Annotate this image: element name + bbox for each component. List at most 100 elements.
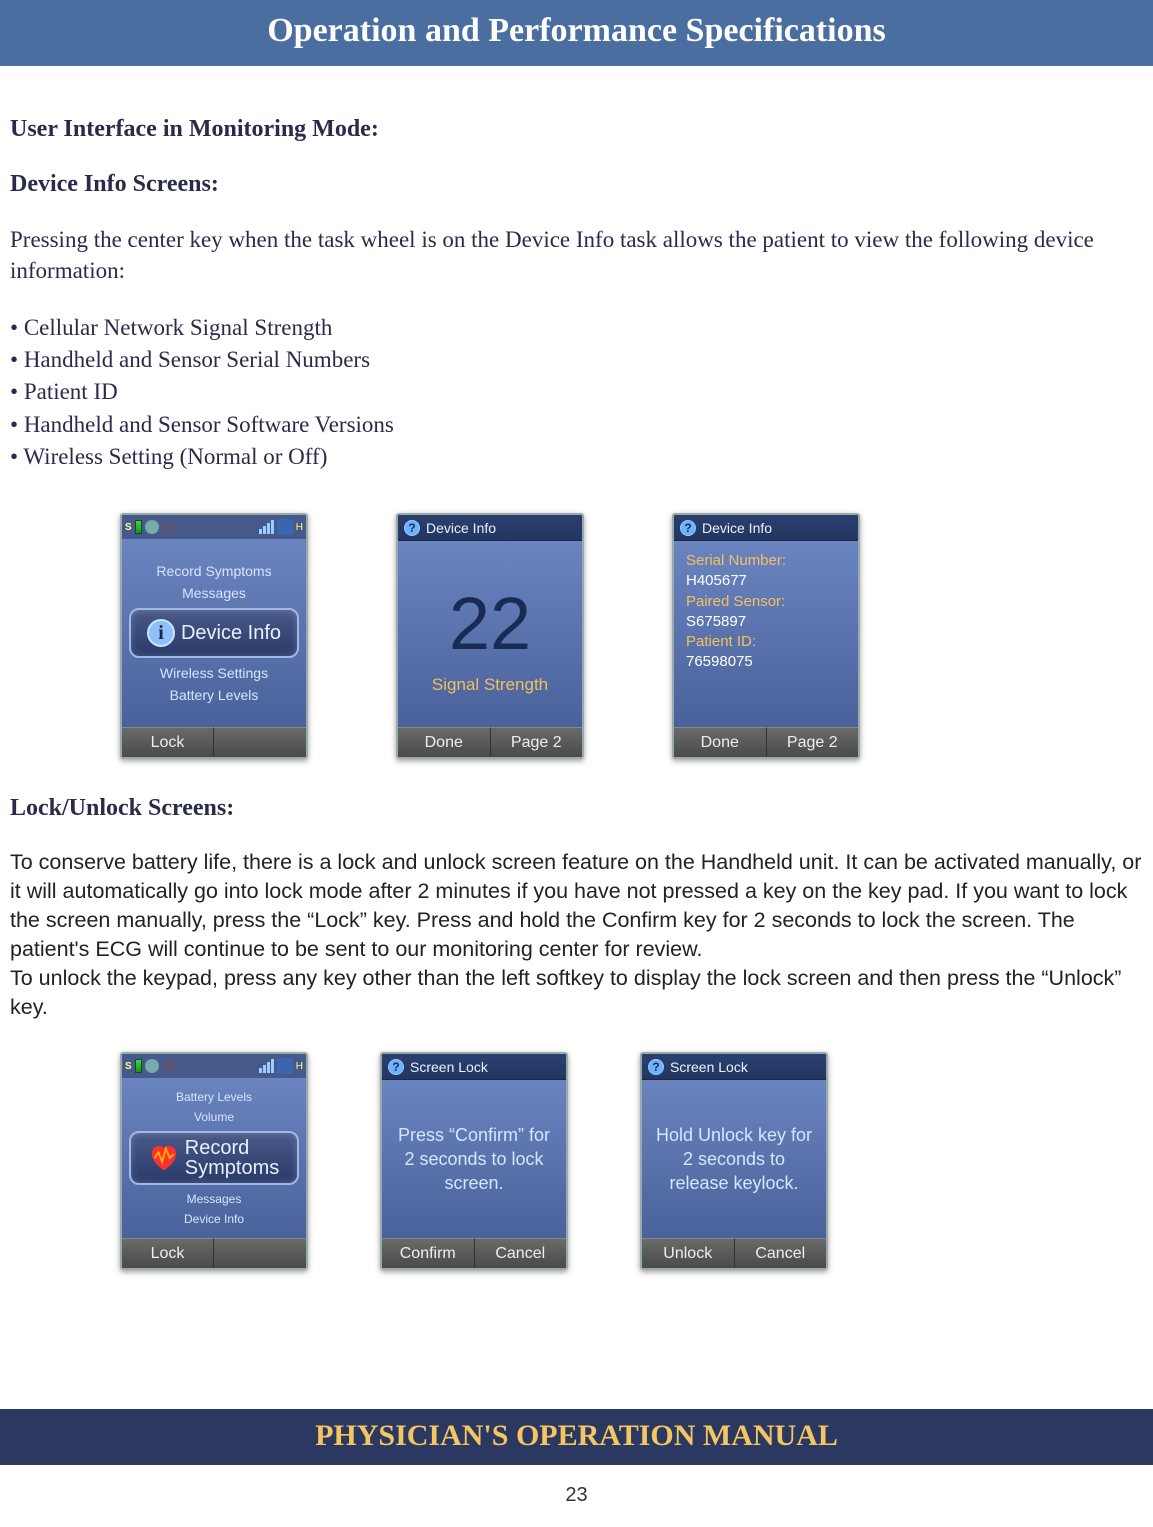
screen-title: Device Info bbox=[426, 520, 496, 536]
page-number: 23 bbox=[0, 1484, 1153, 1507]
wheel-item[interactable]: Volume bbox=[126, 1107, 302, 1127]
softkey-empty bbox=[214, 1238, 306, 1268]
serial-value: H405677 bbox=[686, 571, 846, 591]
device-screen-lock-confirm: ? Screen Lock Press “Confirm” for 2 seco… bbox=[380, 1052, 568, 1270]
screen-body: 22 Signal Strength bbox=[398, 541, 582, 727]
softkey-bar: Done Page 2 bbox=[674, 727, 858, 757]
page-title-bar: Operation and Performance Specifications bbox=[0, 0, 1153, 66]
softkey-cancel[interactable]: Cancel bbox=[735, 1238, 827, 1268]
sensor-flag-icon: S bbox=[125, 1061, 132, 1072]
paired-label: Paired Sensor: bbox=[686, 592, 846, 612]
screen-body: Record Symptoms Messages i Device Info W… bbox=[122, 539, 306, 727]
softkey-page2[interactable]: Page 2 bbox=[767, 727, 859, 757]
help-icon[interactable]: ? bbox=[404, 520, 420, 536]
section-heading-monitoring: User Interface in Monitoring Mode: bbox=[10, 116, 1143, 143]
softkey-cancel[interactable]: Cancel bbox=[475, 1238, 567, 1268]
screen-title: Device Info bbox=[702, 520, 772, 536]
softkey-done[interactable]: Done bbox=[674, 727, 767, 757]
bullet-list: • Cellular Network Signal Strength • Han… bbox=[10, 312, 1143, 473]
paired-value: S675897 bbox=[686, 612, 846, 632]
help-icon[interactable]: ? bbox=[388, 1059, 404, 1075]
screen-body: Hold Unlock key for 2 seconds to release… bbox=[642, 1080, 826, 1238]
softkey-bar: Done Page 2 bbox=[398, 727, 582, 757]
signal-bars-icon bbox=[259, 520, 274, 534]
signal-label: Signal Strength bbox=[432, 675, 548, 695]
handheld-flag-icon: H bbox=[296, 1061, 303, 1072]
bt-icon bbox=[162, 1059, 176, 1073]
wheel-item-selected[interactable]: RecordSymptoms bbox=[129, 1131, 299, 1185]
logo-icon bbox=[277, 1058, 293, 1074]
device-screen-signal: ? Device Info 22 Signal Strength Done Pa… bbox=[396, 513, 584, 759]
device-screens-row-2: S H Battery Levels Volume RecordSymptoms… bbox=[10, 1052, 1143, 1270]
device-screens-row-1: S H Record Symptoms Messages i Device In… bbox=[10, 513, 1143, 759]
softkey-done[interactable]: Done bbox=[398, 727, 491, 757]
softkey-page2[interactable]: Page 2 bbox=[491, 727, 583, 757]
bullet-item: • Patient ID bbox=[10, 376, 1143, 408]
section-subheading-device-info: Device Info Screens: bbox=[10, 171, 1143, 198]
intro-paragraph: Pressing the center key when the task wh… bbox=[10, 224, 1143, 286]
screen-title-bar: ? Device Info bbox=[674, 515, 858, 541]
screen-body: Serial Number: H405677 Paired Sensor: S6… bbox=[674, 541, 858, 727]
softkey-bar: Unlock Cancel bbox=[642, 1238, 826, 1268]
unlock-message: Hold Unlock key for 2 seconds to release… bbox=[646, 1123, 822, 1196]
signal-value: 22 bbox=[449, 587, 531, 661]
screen-title-bar: ? Screen Lock bbox=[382, 1054, 566, 1080]
screen-body: Battery Levels Volume RecordSymptoms Mes… bbox=[122, 1078, 306, 1238]
screen-title-bar: ? Device Info bbox=[398, 515, 582, 541]
page-content: User Interface in Monitoring Mode: Devic… bbox=[0, 66, 1153, 1270]
device-screen-unlock: ? Screen Lock Hold Unlock key for 2 seco… bbox=[640, 1052, 828, 1270]
patient-label: Patient ID: bbox=[686, 632, 846, 652]
wheel-selected-label: RecordSymptoms bbox=[185, 1138, 279, 1178]
softkey-empty bbox=[214, 727, 306, 757]
device-screen-task-wheel: S H Record Symptoms Messages i Device In… bbox=[120, 513, 308, 759]
sensor-flag-icon: S bbox=[125, 522, 132, 533]
heart-icon bbox=[149, 1143, 179, 1173]
softkey-bar: Lock bbox=[122, 727, 306, 757]
bullet-item: • Wireless Setting (Normal or Off) bbox=[10, 441, 1143, 473]
status-bar: S H bbox=[122, 1054, 306, 1078]
screen-title-bar: ? Screen Lock bbox=[642, 1054, 826, 1080]
wheel-item[interactable]: Device Info bbox=[126, 1209, 302, 1229]
device-screen-record-wheel: S H Battery Levels Volume RecordSymptoms… bbox=[120, 1052, 308, 1270]
wheel-item[interactable]: Battery Levels bbox=[126, 684, 302, 706]
lock-paragraph: To conserve battery life, there is a loc… bbox=[10, 848, 1143, 1022]
softkey-bar: Lock bbox=[122, 1238, 306, 1268]
status-bar: S H bbox=[122, 515, 306, 539]
help-icon[interactable]: ? bbox=[680, 520, 696, 536]
bullet-item: • Handheld and Sensor Serial Numbers bbox=[10, 344, 1143, 376]
wheel-item[interactable]: Record Symptoms bbox=[126, 560, 302, 582]
help-icon[interactable]: ? bbox=[648, 1059, 664, 1075]
bullet-item: • Cellular Network Signal Strength bbox=[10, 312, 1143, 344]
softkey-lock[interactable]: Lock bbox=[122, 727, 214, 757]
speaker-icon bbox=[145, 1059, 159, 1073]
signal-bars-icon bbox=[259, 1059, 274, 1073]
section-subheading-lock: Lock/Unlock Screens: bbox=[10, 795, 1143, 822]
softkey-lock[interactable]: Lock bbox=[122, 1238, 214, 1268]
softkey-unlock[interactable]: Unlock bbox=[642, 1238, 735, 1268]
footer-bar: PHYSICIAN'S OPERATION MANUAL bbox=[0, 1409, 1153, 1465]
battery-icon bbox=[135, 520, 142, 534]
battery-icon bbox=[135, 1059, 142, 1073]
patient-value: 76598075 bbox=[686, 652, 846, 672]
handheld-flag-icon: H bbox=[296, 522, 303, 533]
wheel-item[interactable]: Wireless Settings bbox=[126, 662, 302, 684]
screen-body: Press “Confirm” for 2 seconds to lock sc… bbox=[382, 1080, 566, 1238]
bt-icon bbox=[162, 520, 176, 534]
logo-icon bbox=[277, 519, 293, 535]
device-screen-serials: ? Device Info Serial Number: H405677 Pai… bbox=[672, 513, 860, 759]
info-icon: i bbox=[147, 619, 175, 647]
device-info-block: Serial Number: H405677 Paired Sensor: S6… bbox=[678, 545, 854, 679]
wheel-item[interactable]: Battery Levels bbox=[126, 1087, 302, 1107]
bullet-item: • Handheld and Sensor Software Versions bbox=[10, 409, 1143, 441]
speaker-icon bbox=[145, 520, 159, 534]
wheel-selected-label: Device Info bbox=[181, 623, 281, 643]
wheel-item[interactable]: Messages bbox=[126, 582, 302, 604]
wheel-item[interactable]: Messages bbox=[126, 1189, 302, 1209]
softkey-bar: Confirm Cancel bbox=[382, 1238, 566, 1268]
wheel-item-selected[interactable]: i Device Info bbox=[129, 608, 299, 658]
lock-message: Press “Confirm” for 2 seconds to lock sc… bbox=[386, 1123, 562, 1196]
screen-title: Screen Lock bbox=[670, 1059, 748, 1075]
screen-title: Screen Lock bbox=[410, 1059, 488, 1075]
serial-label: Serial Number: bbox=[686, 551, 846, 571]
softkey-confirm[interactable]: Confirm bbox=[382, 1238, 475, 1268]
